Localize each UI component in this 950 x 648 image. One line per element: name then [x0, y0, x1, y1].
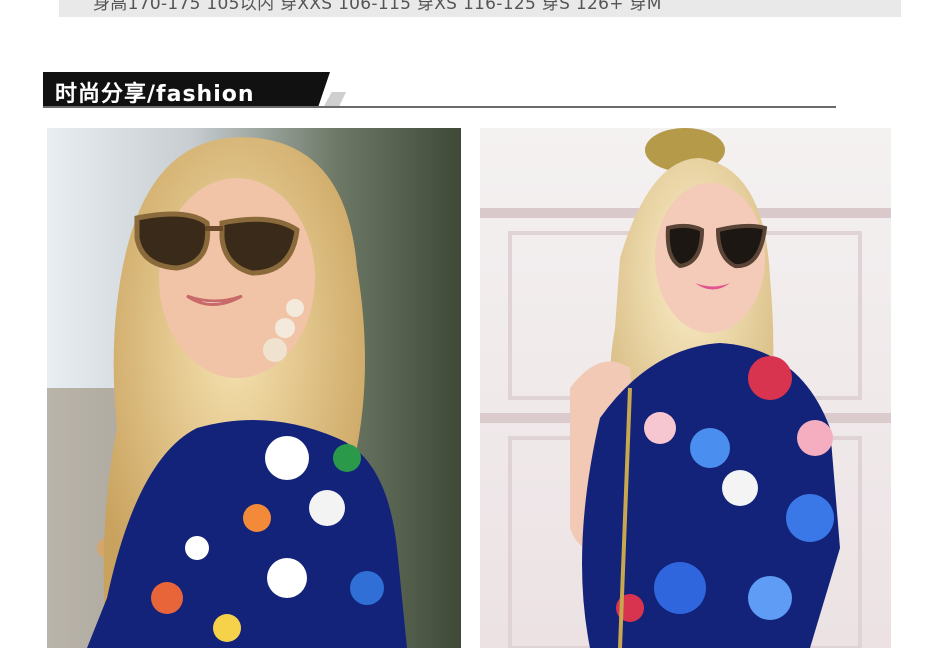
fashion-photo-right: [480, 128, 891, 648]
section-title: 时尚分享/fashion: [55, 82, 255, 107]
section-header: 时尚分享/fashion: [43, 72, 836, 109]
fashion-photo-left: [47, 128, 461, 648]
size-note-bar: 身高170-175 105以内 穿XXS 106-115 穿XS 116-125…: [59, 0, 901, 17]
size-note-text: 身高170-175 105以内 穿XXS 106-115 穿XS 116-125…: [93, 0, 662, 14]
header-divider: [43, 106, 836, 108]
header-slash-decoration: [324, 92, 346, 106]
